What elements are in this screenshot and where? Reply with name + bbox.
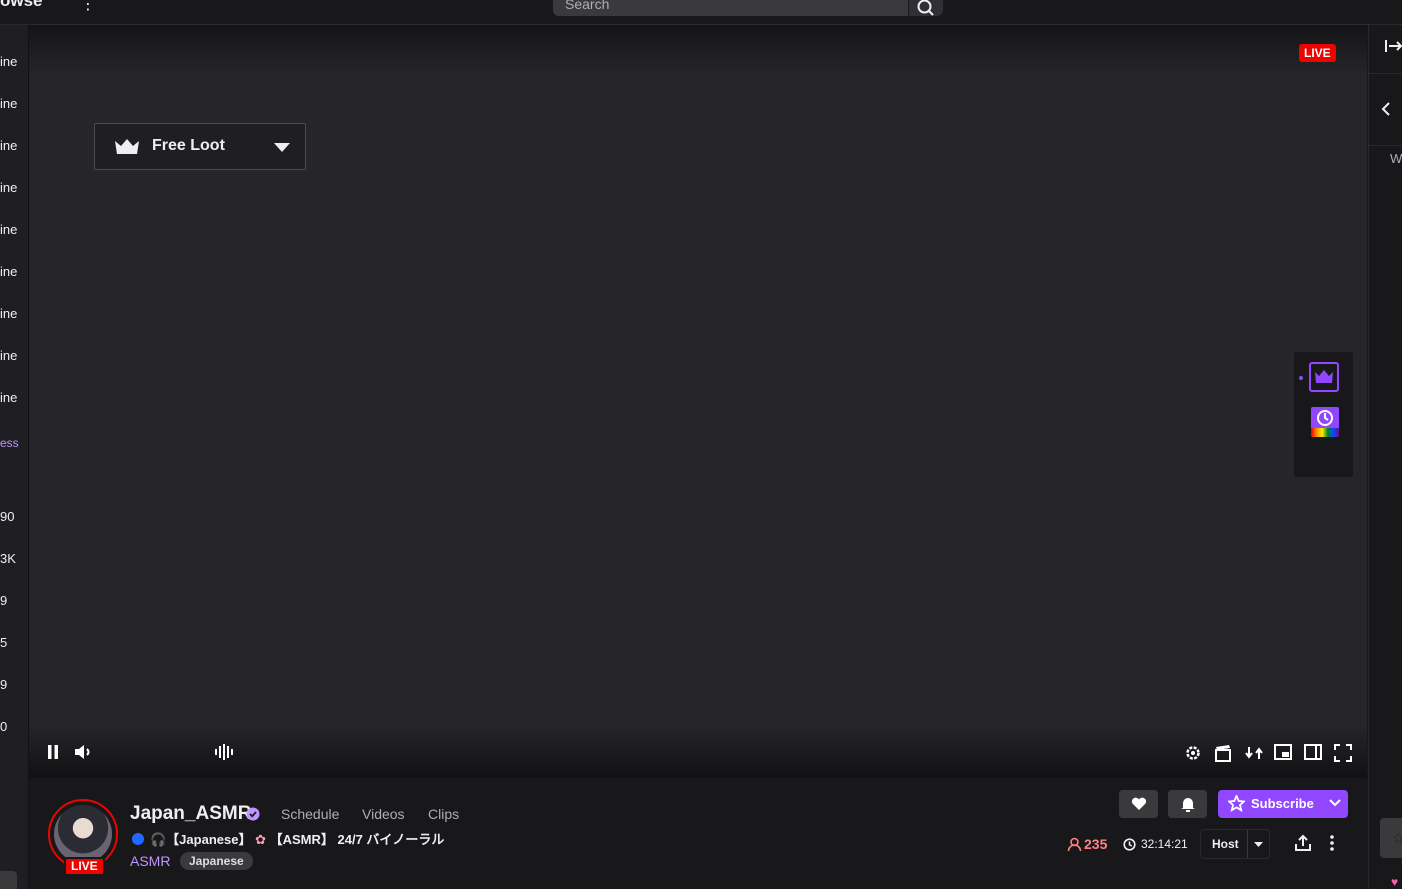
stream-title: 🎧【Japanese】 ✿ 【ASMR】 24/7 バイノーラル <box>132 829 444 848</box>
verified-badge-icon <box>246 807 260 821</box>
clock-extension-icon[interactable] <box>1311 407 1339 437</box>
sidebar-item-status[interactable]: ine <box>0 138 17 153</box>
video-player[interactable]: LIVE Free Loot <box>29 25 1367 778</box>
bell-icon <box>1181 798 1195 812</box>
crown-icon <box>1315 370 1333 383</box>
more-options-icon[interactable] <box>1327 834 1337 852</box>
live-badge: LIVE <box>1299 44 1336 62</box>
audio-waveform-icon[interactable] <box>214 744 234 760</box>
viewer-count: 235 <box>1067 836 1107 852</box>
rainbow-stripe <box>1311 428 1339 437</box>
search-icon <box>917 0 934 16</box>
sidebar-viewer-count[interactable]: 9 <box>0 677 7 692</box>
avatar-live-badge: LIVE <box>64 857 105 876</box>
chevron-down-icon <box>1329 799 1341 807</box>
crown-icon <box>115 139 139 154</box>
sidebar-item-status[interactable]: ine <box>0 54 17 69</box>
avatar <box>54 805 112 863</box>
person-icon <box>1067 837 1082 852</box>
channel-name[interactable]: Japan_ASMR <box>130 803 251 825</box>
settings-gear-icon[interactable] <box>1184 744 1202 762</box>
stream-uptime: 32:14:21 <box>1123 837 1188 851</box>
sidebar-item-status[interactable]: ine <box>0 222 17 237</box>
search-placeholder: Search <box>565 0 610 12</box>
more-menu-icon[interactable]: ⋮ <box>80 0 96 14</box>
caret-down-icon[interactable] <box>1254 842 1263 848</box>
right-panel-button[interactable]: ☆ <box>1380 818 1402 858</box>
mini-player-icon[interactable] <box>1274 744 1292 760</box>
top-nav: owse ⋮ Search <box>0 0 1402 25</box>
star-icon: ☆ <box>1392 830 1402 846</box>
sidebar-viewer-count[interactable]: 90 <box>0 509 14 524</box>
follow-button[interactable] <box>1119 790 1158 818</box>
free-loot-dropdown[interactable]: Free Loot <box>94 123 306 170</box>
chevron-left-icon[interactable] <box>1381 101 1391 117</box>
sidebar-show-less-link[interactable]: ess <box>0 436 19 450</box>
clock-icon <box>1317 410 1333 426</box>
free-loot-label: Free Loot <box>152 137 225 154</box>
heart-emote-icon: ♥ <box>1391 875 1399 889</box>
sidebar-bottom-button[interactable] <box>0 871 17 889</box>
category-link[interactable]: ASMR <box>130 853 170 869</box>
right-column: W ☆ ♥ <box>1368 25 1402 889</box>
tab-clips[interactable]: Clips <box>428 806 459 822</box>
notifications-button[interactable] <box>1168 790 1207 818</box>
sidebar-item-status[interactable]: ine <box>0 390 17 405</box>
subscribe-button[interactable]: Subscribe <box>1218 790 1348 818</box>
tab-videos[interactable]: Videos <box>362 806 405 822</box>
sidebar-item-status[interactable]: ine <box>0 264 17 279</box>
left-sidebar: ine ine ine ine ine ine ine ine ine ess … <box>0 25 29 889</box>
tag-japanese[interactable]: Japanese <box>180 852 253 870</box>
fullscreen-icon[interactable] <box>1334 744 1352 762</box>
star-icon <box>1228 795 1245 812</box>
subscribe-label: Subscribe <box>1251 796 1314 811</box>
collapse-arrow-icon[interactable] <box>1385 39 1402 53</box>
pause-icon[interactable] <box>46 744 60 760</box>
sidebar-viewer-count[interactable]: 9 <box>0 593 7 608</box>
sidebar-item-status[interactable]: ine <box>0 96 17 111</box>
host-button[interactable]: Host <box>1200 829 1270 859</box>
sidebar-viewer-count[interactable]: 0 <box>0 719 7 734</box>
share-icon[interactable] <box>1294 834 1312 852</box>
caret-down-icon <box>274 143 290 152</box>
theatre-mode-icon[interactable] <box>1304 744 1322 760</box>
clock-icon <box>1123 838 1136 851</box>
rewind-icon[interactable] <box>1245 744 1263 762</box>
heart-icon <box>1131 797 1147 810</box>
right-panel-text: W <box>1390 151 1402 166</box>
sidebar-viewer-count[interactable]: 3K <box>0 551 16 566</box>
tab-schedule[interactable]: Schedule <box>281 806 339 822</box>
extension-panel <box>1294 352 1353 477</box>
sidebar-item-status[interactable]: ine <box>0 348 17 363</box>
browse-link[interactable]: owse <box>0 0 43 11</box>
search-input[interactable]: Search <box>553 0 908 16</box>
sidebar-item-status[interactable]: ine <box>0 306 17 321</box>
volume-icon[interactable] <box>74 744 94 760</box>
search-button[interactable] <box>909 0 943 16</box>
prime-crown-extension-icon[interactable] <box>1309 362 1339 392</box>
flower-icon: ✿ <box>255 832 266 847</box>
channel-info-bar: LIVE Japan_ASMR Schedule Videos Clips 🎧【… <box>29 779 1367 889</box>
notification-dot <box>1299 376 1303 380</box>
sidebar-item-status[interactable]: ine <box>0 180 17 195</box>
clip-icon[interactable] <box>1215 744 1231 762</box>
host-label: Host <box>1212 837 1239 851</box>
blue-circle-icon <box>132 833 144 845</box>
sidebar-viewer-count[interactable]: 5 <box>0 635 7 650</box>
